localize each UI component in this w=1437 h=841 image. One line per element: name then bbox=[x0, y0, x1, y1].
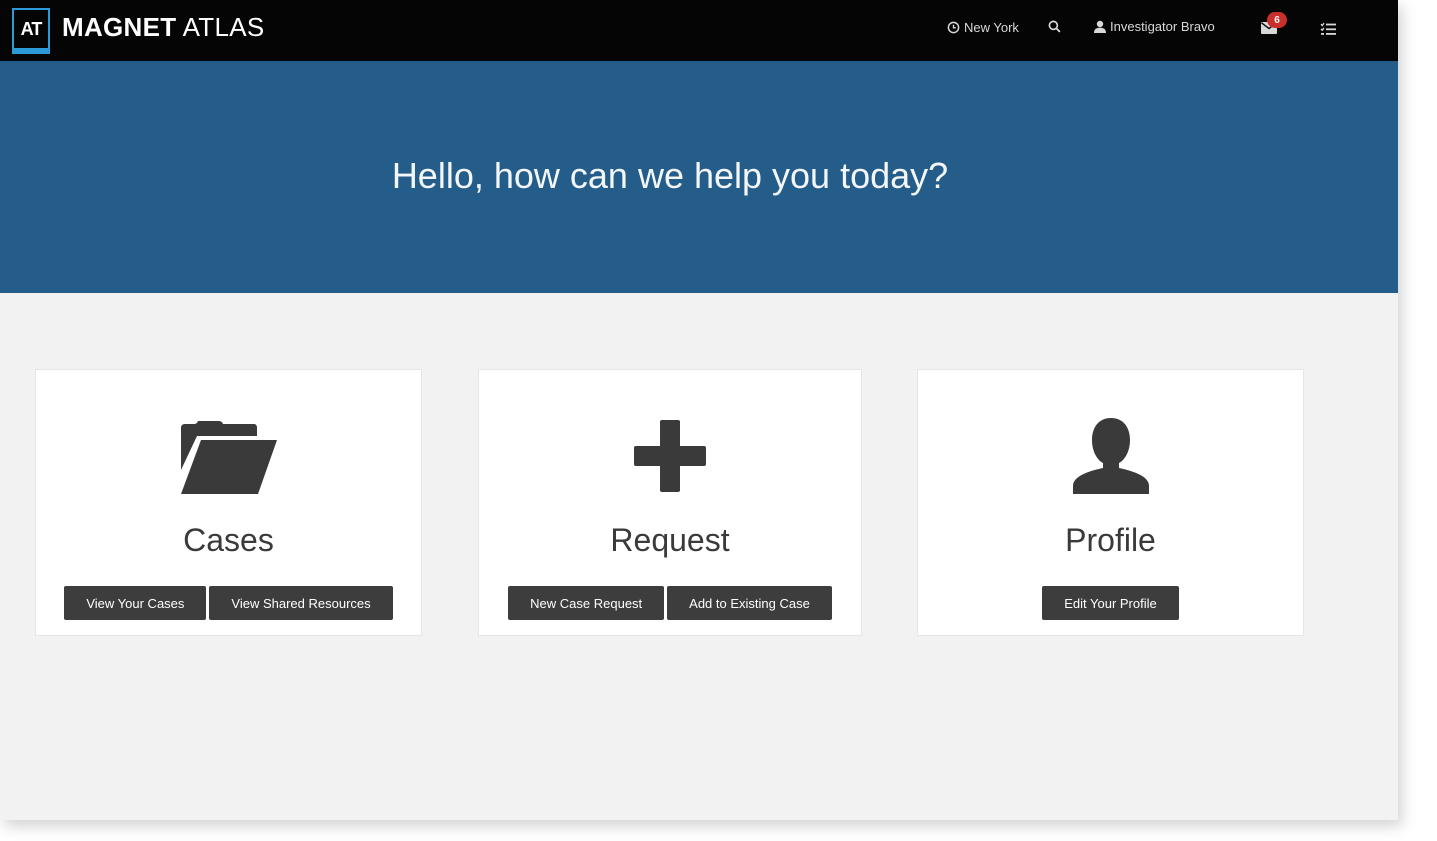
clock-icon bbox=[947, 21, 960, 34]
plus-icon bbox=[479, 420, 861, 492]
logo-text: AT bbox=[20, 18, 43, 39]
search-button[interactable] bbox=[1048, 20, 1061, 33]
edit-your-profile-button[interactable]: Edit Your Profile bbox=[1042, 586, 1179, 620]
request-card: Request New Case Request Add to Existing… bbox=[478, 369, 862, 636]
location-label: New York bbox=[964, 20, 1019, 35]
brand-bold: MAGNET bbox=[62, 12, 177, 42]
top-navigation-bar: AT MAGNET ATLAS New York Investigator Br… bbox=[0, 0, 1398, 61]
hero-banner: Hello, how can we help you today? bbox=[0, 61, 1398, 293]
user-icon bbox=[918, 416, 1303, 494]
brand-light: ATLAS bbox=[182, 12, 265, 42]
profile-button-row: Edit Your Profile bbox=[918, 586, 1303, 620]
add-to-existing-case-button[interactable]: Add to Existing Case bbox=[667, 586, 832, 620]
cases-title: Cases bbox=[183, 522, 274, 558]
notification-badge: 6 bbox=[1267, 12, 1287, 28]
search-icon bbox=[1048, 20, 1061, 33]
app-window: AT MAGNET ATLAS New York Investigator Br… bbox=[0, 0, 1398, 820]
view-shared-resources-button[interactable]: View Shared Resources bbox=[209, 586, 393, 620]
location-selector[interactable]: New York bbox=[947, 20, 1019, 35]
cases-button-row: View Your Cases View Shared Resources bbox=[36, 586, 421, 620]
new-case-request-button[interactable]: New Case Request bbox=[508, 586, 665, 620]
checklist-icon bbox=[1320, 22, 1336, 36]
greeting-heading: Hello, how can we help you today? bbox=[391, 155, 949, 196]
brand-name[interactable]: MAGNET ATLAS bbox=[62, 12, 265, 43]
folder-open-icon bbox=[36, 420, 421, 494]
user-small-icon bbox=[1094, 20, 1106, 33]
profile-card: Profile Edit Your Profile bbox=[917, 369, 1304, 636]
cases-card: Cases View Your Cases View Shared Resour… bbox=[35, 369, 422, 636]
task-list-button[interactable] bbox=[1320, 22, 1336, 36]
user-menu[interactable]: Investigator Bravo bbox=[1094, 19, 1215, 34]
user-name: Investigator Bravo bbox=[1110, 19, 1215, 34]
view-your-cases-button[interactable]: View Your Cases bbox=[64, 586, 207, 620]
atlas-logo-icon[interactable]: AT bbox=[12, 8, 50, 54]
request-title: Request bbox=[610, 522, 730, 558]
profile-title: Profile bbox=[1065, 522, 1156, 558]
request-button-row: New Case Request Add to Existing Case bbox=[479, 586, 861, 620]
